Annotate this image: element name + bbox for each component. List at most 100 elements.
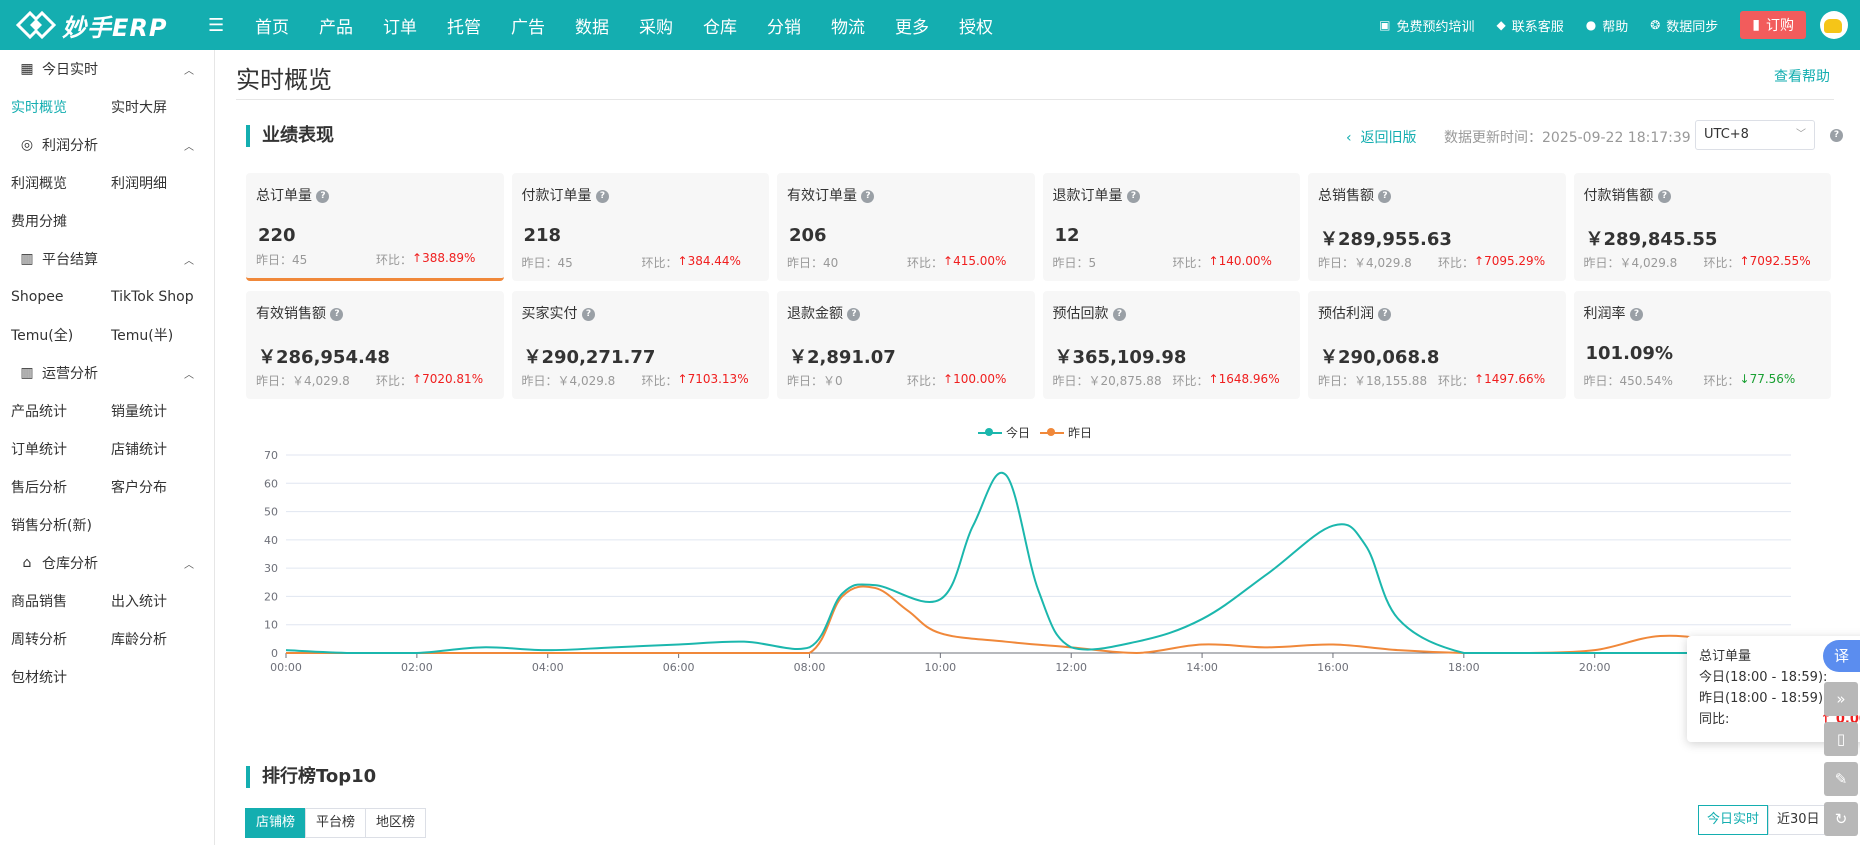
chevron-up-icon: ︿: [184, 370, 194, 381]
metric-card[interactable]: 有效销售额 ? ￥286,954.48 昨日：￥4,029.8 环比： ↑7020.81…: [246, 291, 504, 399]
sidebar-group-1[interactable]: ◎ 利润分析 ︿: [0, 126, 214, 164]
sidebar-item[interactable]: 利润明细: [111, 173, 211, 193]
sidebar-item[interactable]: 实时概览: [11, 97, 111, 117]
sidebar-item[interactable]: 商品销售: [11, 591, 111, 611]
ranking-tab[interactable]: 地区榜: [365, 808, 427, 838]
range-tab[interactable]: 今日实时: [1698, 805, 1769, 835]
nav-item-9[interactable]: 物流: [831, 13, 865, 38]
sidebar-item[interactable]: TikTok Shop: [111, 289, 211, 305]
y-tick-label: 60: [264, 477, 278, 490]
question-icon[interactable]: ?: [581, 307, 595, 321]
logo[interactable]: 妙手ERP: [16, 8, 186, 43]
sidebar-item[interactable]: 店铺统计: [111, 439, 211, 459]
back-to-old-link[interactable]: ‹ 返回旧版: [1346, 127, 1417, 147]
expand-icon[interactable]: »: [1824, 682, 1858, 716]
nav-item-3[interactable]: 托管: [447, 13, 481, 38]
legend-yesterday[interactable]: 昨日: [1040, 424, 1092, 441]
training-link[interactable]: ▣ 免费预约培训: [1379, 16, 1474, 35]
nav-item-4[interactable]: 广告: [511, 13, 545, 38]
nav-item-2[interactable]: 订单: [383, 13, 417, 38]
sidebar-item[interactable]: 销量统计: [111, 401, 211, 421]
user-avatar[interactable]: [1820, 11, 1848, 39]
sidebar-group-4[interactable]: ⌂ 仓库分析 ︿: [0, 544, 214, 582]
nav-item-8[interactable]: 分销: [767, 13, 801, 38]
metric-card[interactable]: 退款金额 ? ￥2,891.07 昨日：￥0 环比： ↑100.00%: [777, 291, 1035, 399]
metric-card[interactable]: 预估利润 ? ￥290,068.8 昨日：￥18,155.88 环比： ↑1497.66…: [1308, 291, 1566, 399]
sidebar-item[interactable]: Temu(半): [111, 325, 211, 345]
question-icon[interactable]: ?: [1830, 129, 1843, 142]
sidebar-item[interactable]: 出入统计: [111, 591, 211, 611]
ranking-tab[interactable]: 店铺榜: [245, 808, 307, 838]
help-top-link[interactable]: ● 帮助: [1586, 16, 1629, 35]
card-ratio: ↓77.56%: [1739, 372, 1796, 386]
sidebar-group-2[interactable]: ▥ 平台结算 ︿: [0, 240, 214, 278]
metric-card[interactable]: 总订单量 ? 220 昨日：45 环比： ↑388.89%: [246, 173, 504, 281]
nav-item-1[interactable]: 产品: [319, 13, 353, 38]
metric-card[interactable]: 买家实付 ? ￥290,271.77 昨日：￥4,029.8 环比： ↑7103.13%: [511, 291, 769, 399]
feedback-icon[interactable]: ✎: [1824, 762, 1858, 796]
refresh-icon[interactable]: ↻: [1824, 802, 1858, 836]
orders-line-chart[interactable]: 0 10 20 30 40 50 60 70 00:00 02:00 04:00 06:00 08:00…: [216, 445, 1816, 790]
range-tab[interactable]: 近30日: [1768, 805, 1829, 835]
question-icon[interactable]: ?: [1378, 189, 1392, 203]
view-help-link[interactable]: 查看帮助: [1774, 66, 1830, 86]
question-icon[interactable]: ?: [1126, 189, 1140, 203]
nav-item-7[interactable]: 仓库: [703, 13, 737, 38]
sidebar-item[interactable]: 包材统计: [11, 667, 111, 687]
sidebar-item[interactable]: 利润概览: [11, 173, 111, 193]
nav-item-10[interactable]: 更多: [895, 13, 929, 38]
legend-today[interactable]: 今日: [978, 424, 1030, 441]
nav-item-0[interactable]: 首页: [255, 13, 289, 38]
sidebar: ▦ 今日实时 ︿ 实时概览 实时大屏 ◎ 利润分析 ︿ 利润概览 利润明细 费用分摊 ▥ 平台结算 ︿ Sh…: [0, 50, 215, 845]
metric-card[interactable]: 利润率 ? 101.09% 昨日：450.54% 环比： ↓77.56%: [1573, 291, 1831, 399]
metric-card[interactable]: 付款销售额 ? ￥289,845.55 昨日：￥4,029.8 环比： ↑7092.55…: [1573, 173, 1831, 281]
question-icon[interactable]: ?: [1657, 189, 1671, 203]
calendar-icon: ▦: [20, 61, 34, 77]
question-icon[interactable]: ?: [1629, 307, 1643, 321]
ranking-tab[interactable]: 平台榜: [305, 808, 367, 838]
nav-item-6[interactable]: 采购: [639, 13, 673, 38]
main-content: 实时概览 查看帮助 业绩表现 ‹ 返回旧版 数据更新时间：2025-09-22 …: [216, 50, 1860, 845]
card-ratio: ↑1497.66%: [1474, 372, 1546, 386]
sidebar-item[interactable]: 产品统计: [11, 401, 111, 421]
sidebar-item[interactable]: Shopee: [11, 289, 111, 305]
menu-toggle-icon[interactable]: ☰: [208, 15, 230, 36]
question-icon[interactable]: ?: [847, 307, 861, 321]
sidebar-item[interactable]: 费用分摊: [11, 211, 111, 231]
sidebar-item[interactable]: Temu(全): [11, 325, 111, 345]
timezone-select[interactable]: UTC+8 ﹀: [1695, 120, 1815, 150]
question-icon[interactable]: ?: [316, 189, 330, 203]
sidebar-item[interactable]: 周转分析: [11, 629, 111, 649]
sidebar-item[interactable]: 订单统计: [11, 439, 111, 459]
metric-card[interactable]: 预估回款 ? ￥365,109.98 昨日：￥20,875.88 环比： ↑1648.9…: [1042, 291, 1300, 399]
bag-icon: ▮: [1752, 17, 1760, 33]
support-link[interactable]: ◆ 联系客服: [1496, 16, 1563, 35]
sync-link[interactable]: ❂ 数据同步: [1650, 16, 1718, 35]
question-icon[interactable]: ?: [330, 307, 344, 321]
question-icon[interactable]: ?: [595, 189, 609, 203]
card-ratio-label: 环比：: [1172, 256, 1209, 270]
order-button[interactable]: ▮ 订购: [1740, 11, 1806, 39]
question-icon[interactable]: ?: [1112, 307, 1126, 321]
sidebar-item[interactable]: 实时大屏: [111, 97, 211, 117]
sidebar-group-3[interactable]: ▥ 运营分析 ︿: [0, 354, 214, 392]
training-label: 免费预约培训: [1396, 19, 1475, 35]
metric-card[interactable]: 付款订单量 ? 218 昨日：45 环比： ↑384.44%: [511, 173, 769, 281]
metric-card[interactable]: 有效订单量 ? 206 昨日：40 环比： ↑415.00%: [777, 173, 1035, 281]
nav-item-5[interactable]: 数据: [575, 13, 609, 38]
sidebar-item[interactable]: 库龄分析: [111, 629, 211, 649]
card-label: 付款订单量 ?: [522, 185, 760, 205]
sidebar-item[interactable]: 售后分析: [11, 477, 111, 497]
card-ratio-label: 环比：: [907, 256, 944, 270]
question-icon[interactable]: ?: [1378, 307, 1392, 321]
nav-item-11[interactable]: 授权: [959, 13, 993, 38]
sidebar-item[interactable]: 客户分布: [111, 477, 211, 497]
metric-card[interactable]: 总销售额 ? ￥289,955.63 昨日：￥4,029.8 环比： ↑7095.29%: [1308, 173, 1566, 281]
mobile-icon[interactable]: ▯: [1824, 722, 1858, 756]
legend-yesterday-label: 昨日: [1068, 426, 1093, 440]
metric-card[interactable]: 退款订单量 ? 12 昨日：5 环比： ↑140.00%: [1042, 173, 1300, 281]
translate-button[interactable]: 译: [1823, 640, 1860, 672]
question-icon[interactable]: ?: [861, 189, 875, 203]
sidebar-group-0[interactable]: ▦ 今日实时 ︿: [0, 50, 214, 88]
sidebar-item[interactable]: 销售分析(新): [11, 515, 111, 535]
